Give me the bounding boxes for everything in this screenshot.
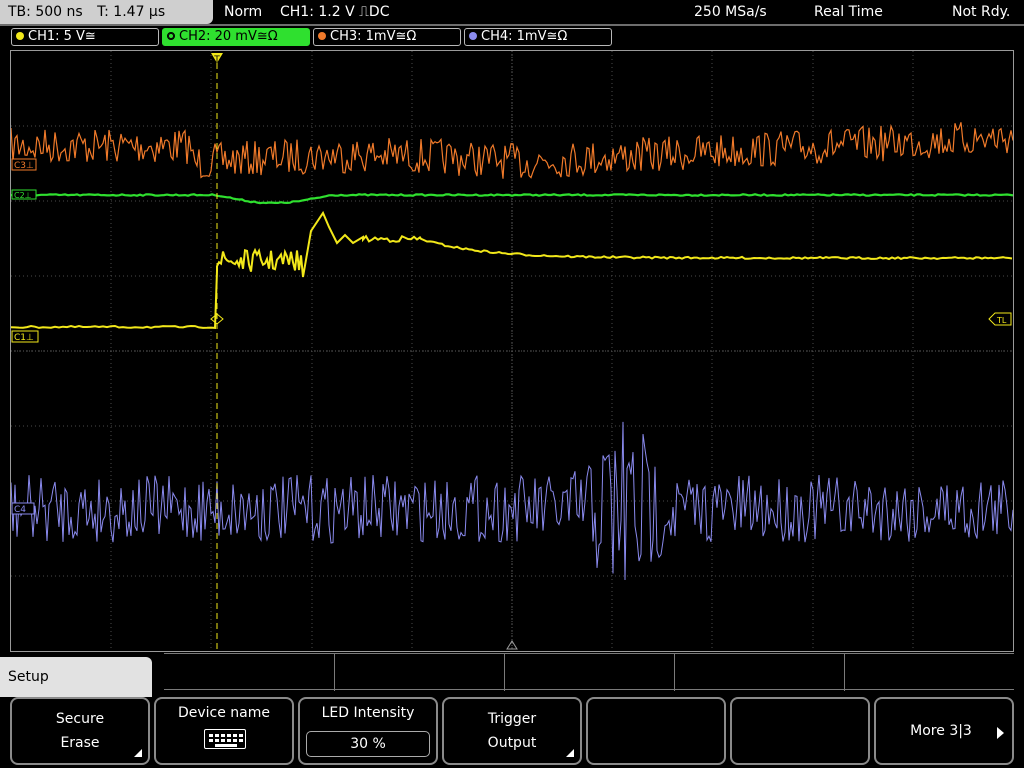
channel-tab-ch4[interactable]: CH4: 1mV≅Ω	[464, 28, 612, 46]
trigger-info[interactable]: CH1: 1.2 V ⎍DC	[280, 0, 389, 24]
softkey-bar: Secure Erase Device name LED Intensity 3…	[0, 697, 1024, 768]
submenu-corner-icon	[134, 749, 142, 757]
trigger-time-value: T: 1.47 µs	[97, 4, 166, 20]
trigger-mode[interactable]: Norm	[224, 0, 262, 24]
trigger-level-label: TL	[996, 316, 1007, 325]
strip-divider	[504, 654, 505, 691]
secure-erase-button[interactable]: Secure Erase	[10, 697, 150, 765]
led-intensity-value: 30 %	[306, 731, 430, 757]
trigger-output-button[interactable]: Trigger Output	[442, 697, 582, 765]
acquisition-mode[interactable]: Real Time	[814, 0, 883, 24]
waveform-display[interactable]: T C3⊥ C2⊥ C1⊥ C4 TL	[10, 50, 1014, 652]
ch1-dot-icon	[16, 32, 24, 40]
top-divider	[0, 24, 1024, 26]
channel-label: CH4: 1mV≅Ω	[481, 29, 568, 44]
ch2-ref-label: C2⊥	[14, 191, 32, 200]
device-name-button[interactable]: Device name	[154, 697, 294, 765]
timebase-box[interactable]: TB: 500 ns T: 1.47 µs	[0, 0, 213, 24]
keyboard-icon	[204, 729, 246, 749]
softkey-label: LED Intensity	[321, 705, 415, 721]
softkey-label: Trigger	[487, 711, 537, 727]
channel-label: CH2: 20 mV≅Ω	[179, 29, 278, 44]
waveform-canvas: T C3⊥ C2⊥ C1⊥ C4 TL	[11, 51, 1013, 651]
sample-rate: 250 MSa/s	[694, 4, 767, 20]
softkey-label: Device name	[177, 705, 271, 721]
softkey-label: More 3|3	[910, 723, 972, 739]
channel-label: CH3: 1mV≅Ω	[330, 29, 417, 44]
timebase-value: TB: 500 ns	[8, 4, 83, 20]
strip-divider	[844, 654, 845, 691]
more-button[interactable]: More 3|3	[874, 697, 1014, 765]
trigger-level-marker[interactable]: TL	[988, 312, 1012, 326]
acquisition-status: Not Rdy.	[952, 4, 1011, 20]
ch2-ref-marker[interactable]: C2⊥	[11, 189, 37, 200]
menu-title: Setup	[0, 657, 152, 697]
ch4-ref-label: C4	[14, 505, 26, 515]
channel-tab-ch2[interactable]: CH2: 20 mV≅Ω	[162, 28, 310, 46]
ch4-ref-marker[interactable]: C4	[11, 502, 35, 515]
ch3-ref-marker[interactable]: C3⊥	[11, 158, 37, 171]
trigger-pos-label: T	[213, 55, 220, 65]
channel-tab-ch3[interactable]: CH3: 1mV≅Ω	[313, 28, 461, 46]
softkey-label: Secure	[55, 711, 105, 727]
next-page-arrow-icon	[997, 727, 1004, 739]
empty-softkey-6[interactable]	[730, 697, 870, 765]
info-strip	[164, 653, 1014, 691]
strip-divider	[334, 654, 335, 691]
channel-tab-ch1[interactable]: CH1: 5 V≅	[11, 28, 159, 46]
ch3-dot-icon	[318, 32, 326, 40]
softkey-label: Erase	[60, 735, 100, 751]
submenu-corner-icon	[566, 749, 574, 757]
ch3-ref-label: C3⊥	[14, 161, 34, 171]
strip-divider	[674, 654, 675, 691]
ch2-dot-icon	[167, 32, 175, 40]
trigger-position-marker[interactable]: T	[211, 53, 223, 65]
channel-label: CH1: 5 V≅	[28, 29, 96, 44]
empty-softkey-5[interactable]	[586, 697, 726, 765]
led-intensity-button[interactable]: LED Intensity 30 %	[298, 697, 438, 765]
ch1-ref-label: C1⊥	[14, 333, 34, 343]
ch4-dot-icon	[469, 32, 477, 40]
softkey-label: Output	[487, 735, 537, 751]
ch1-ref-marker[interactable]: C1⊥	[11, 330, 39, 343]
status-bar: TB: 500 ns T: 1.47 µs Norm CH1: 1.2 V ⎍D…	[0, 0, 1024, 26]
